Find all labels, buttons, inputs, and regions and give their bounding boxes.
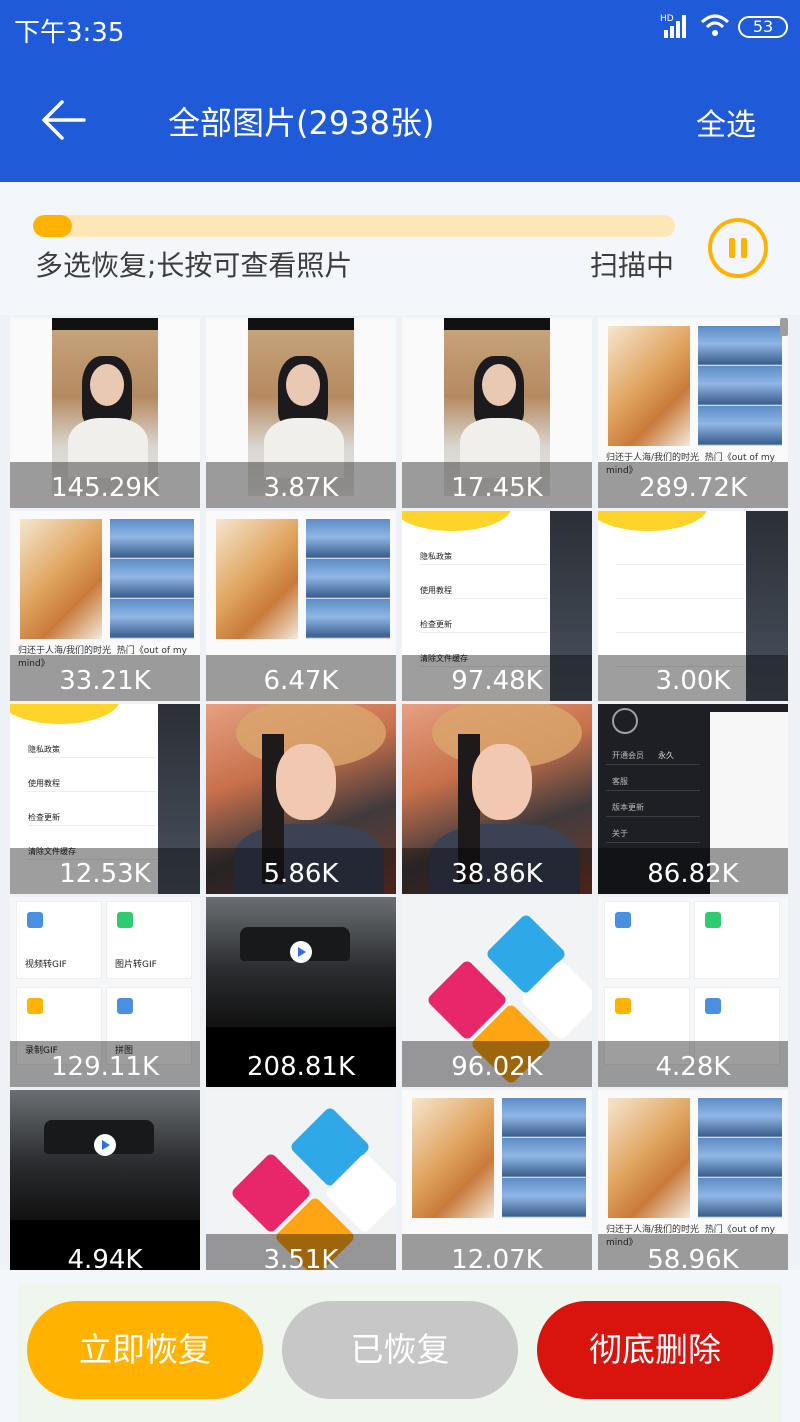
status-bar: 下午3:35 HD 53 [0,0,800,56]
play-icon [94,1134,116,1156]
status-time: 下午3:35 [14,18,125,48]
photo-thumbnail[interactable]: 归还于人海/我们的时光 热门《out of my mind》 58.96K [598,1090,788,1270]
feature-card [694,901,780,979]
gif-logo-icon [612,708,638,734]
file-size-label: 38.86K [402,848,592,894]
network-type: HD [660,14,674,24]
file-size-label: 208.81K [206,1041,396,1087]
photo-thumbnail[interactable]: 永久 开通会员 客服 版本更新 关于 86.82K [598,704,788,894]
photo-thumbnail[interactable]: 归还于人海/我们的时光 热门《out of my mind》 289.72K [598,318,788,508]
photo-thumbnail[interactable]: 归还于人海/我们的时光 热门《out of my mind》 33.21K [10,511,200,701]
photo-thumbnail[interactable]: 12.07K [402,1090,592,1270]
page-title: 全部图片(2938张) [168,104,435,142]
file-size-label: 12.53K [10,848,200,894]
photo-thumbnail[interactable]: 38.86K [402,704,592,894]
file-size-label: 3.87K [206,462,396,508]
file-size-label: 6.47K [206,655,396,701]
photo-thumbnail[interactable]: 4.28K [598,897,788,1087]
file-size-label: 145.29K [10,462,200,508]
menu-item-text: 使用教程 [420,585,548,599]
photo-thumbnail[interactable]: 208.81K [206,897,396,1087]
collage-left-image [412,1098,494,1218]
restored-button[interactable]: 已恢复 [282,1301,518,1399]
collage-left-image [20,519,102,639]
feature-card [604,901,690,979]
photo-thumbnail[interactable]: 5.86K [206,704,396,894]
file-size-label: 5.86K [206,848,396,894]
delete-permanently-button[interactable]: 彻底删除 [537,1301,773,1399]
menu-item-text: 检查更新 [28,812,156,826]
file-size-label: 4.94K [10,1234,200,1270]
file-size-label: 3.00K [598,655,788,701]
pause-icon [729,238,735,258]
photo-thumbnail[interactable]: 隐私政策 使用教程 检查更新 清除文件缓存 97.48K [402,511,592,701]
collage-caption [410,1222,588,1232]
file-size-label: 4.28K [598,1041,788,1087]
pause-scan-button[interactable] [708,218,768,278]
menu-item-text: 检查更新 [420,619,548,633]
select-all-button[interactable]: 全选 [696,100,756,144]
file-size-label: 12.07K [402,1234,592,1270]
app-header: 下午3:35 HD 53 全部图片(2938张) 全选 [0,0,800,182]
collage-left-image [608,326,690,446]
scan-status: 扫描中 [590,249,675,282]
battery-indicator: 53 [738,16,788,38]
photo-thumbnail[interactable]: 96.02K [402,897,592,1087]
photo-thumbnail[interactable]: 3.87K [206,318,396,508]
photo-thumbnail[interactable]: 视频转GIF 图片转GIF 录制GIF 拼图 129.11K [10,897,200,1087]
menu-item-text: 使用教程 [28,778,156,792]
scan-progress-bar [33,215,675,237]
photo-thumbnail[interactable]: 4.94K [10,1090,200,1270]
restore-now-button[interactable]: 立即恢复 [27,1301,263,1399]
menu-item-text: 隐私政策 [28,744,156,758]
feature-card: 图片转GIF [106,901,192,979]
collage-right-image [110,519,194,639]
play-icon [290,941,312,963]
file-size-label: 33.21K [10,655,200,701]
back-arrow-icon[interactable] [40,96,88,144]
signal-icon: HD [660,14,686,38]
collage-right-image [698,326,782,446]
scan-progress-fill [33,215,72,237]
file-size-label: 3.51K [206,1234,396,1270]
file-size-label: 86.82K [598,848,788,894]
collage-caption [214,643,392,653]
photo-thumbnail[interactable]: 3.00K [598,511,788,701]
file-size-label: 289.72K [598,462,788,508]
menu-item-text [616,585,744,599]
menu-item-text [616,619,744,633]
file-size-label: 96.02K [402,1041,592,1087]
collage-right-image [502,1098,586,1218]
collage-right-image [698,1098,782,1218]
grid-scrollbar[interactable] [780,318,788,336]
face-photo [276,744,336,820]
menu-item-text [616,551,744,565]
face-photo [472,744,532,820]
file-size-label: 129.11K [10,1041,200,1087]
collage-left-image [216,519,298,639]
photo-thumbnail[interactable]: 6.47K [206,511,396,701]
feature-card: 视频转GIF [16,901,102,979]
file-size-label: 97.48K [402,655,592,701]
wifi-icon [700,14,730,36]
image-grid: 145.29K 3.87K 17.45K 归还于人海/我们的时光 热门《out of … [0,315,800,1270]
multi-select-hint: 多选恢复;长按可查看照片 [35,249,353,282]
photo-thumbnail[interactable]: 17.45K [402,318,592,508]
photo-thumbnail[interactable]: 隐私政策 使用教程 检查更新 清除文件缓存 12.53K [10,704,200,894]
collage-right-image [306,519,390,639]
collage-left-image [608,1098,690,1218]
file-size-label: 58.96K [598,1234,788,1270]
photo-thumbnail[interactable]: 3.51K [206,1090,396,1270]
file-size-label: 17.45K [402,462,592,508]
photo-thumbnail[interactable]: 145.29K [10,318,200,508]
menu-item-text: 隐私政策 [420,551,548,565]
